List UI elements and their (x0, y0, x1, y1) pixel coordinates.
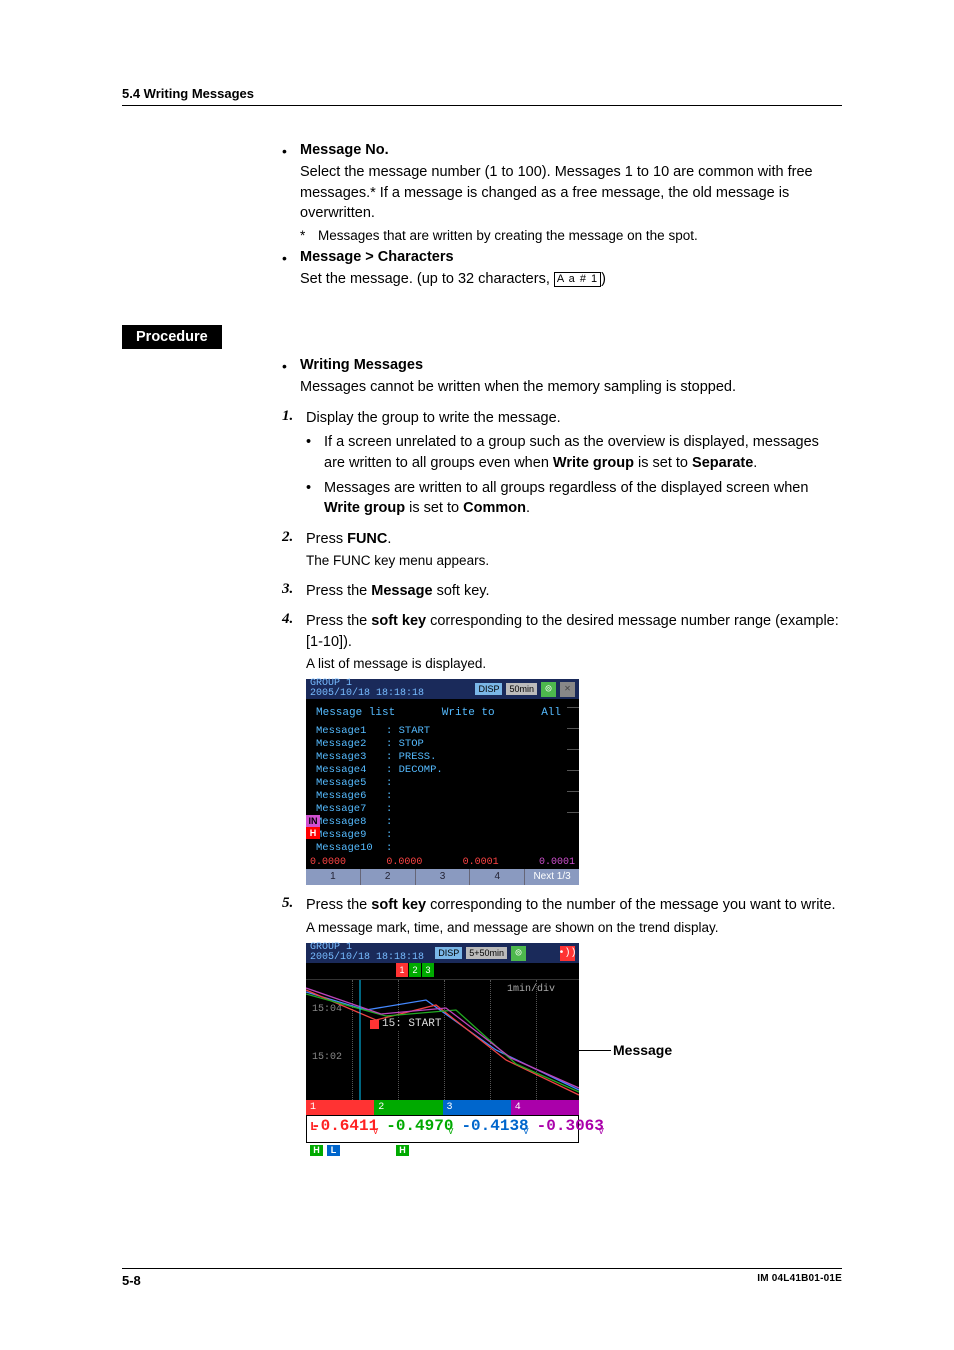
text-writing-messages: Messages cannot be written when the memo… (300, 377, 842, 398)
step-number: 2. (282, 529, 306, 571)
h-badge: H (310, 1145, 323, 1156)
tab[interactable]: 3 (422, 963, 434, 977)
heading-writing-messages: Writing Messages (300, 357, 423, 375)
tab[interactable]: 1 (396, 963, 408, 977)
list-item: Message6: (316, 790, 573, 803)
h-badge: H (396, 1145, 409, 1156)
softkey[interactable]: 3 (416, 869, 471, 885)
bullet-icon: • (282, 142, 300, 160)
list-item: Message9: (316, 829, 573, 842)
bullet-icon: • (306, 432, 324, 473)
step-1-text: Display the group to write the message. (306, 408, 842, 429)
trend-lines (306, 980, 579, 1100)
doc-id: IM 04L41B01-01E (757, 1273, 842, 1288)
l-badge: L (327, 1145, 340, 1156)
step-4-text: Press the soft key corresponding to the … (306, 611, 842, 673)
list-item: Message5: (316, 777, 573, 790)
softkey[interactable]: 4 (470, 869, 525, 885)
list-item: Message3: PRESS. (316, 751, 573, 764)
softkey-row: 1 2 3 4 Next 1/3 (306, 869, 579, 885)
section-header: 5.4 Writing Messages (122, 86, 842, 106)
status-icon: ✕ (560, 682, 575, 697)
step-1-sub-2: Messages are written to all groups regar… (324, 478, 842, 519)
screenshot-trend: GROUP 1 2005/10/18 18:18:18 DISP 5+50min… (306, 943, 579, 1157)
hl-row: H L H (306, 1143, 579, 1157)
char-mode-box: A a # 1 (554, 272, 601, 287)
step-4-note: A list of message is displayed. (306, 654, 842, 673)
bullet-icon: • (282, 357, 300, 375)
step-5-note: A message mark, time, and message are sh… (306, 918, 842, 937)
record-icon: ◎ (541, 682, 556, 697)
step-number: 4. (282, 611, 306, 673)
callout-message: Message (613, 1042, 672, 1058)
step-2-text: Press FUNC. The FUNC key menu appears. (306, 529, 842, 571)
step-2-note: The FUNC key menu appears. (306, 551, 842, 570)
text-message-characters: Set the message. (up to 32 characters, A… (300, 269, 842, 290)
step-5-text: Press the soft key corresponding to the … (306, 895, 842, 937)
bullet-icon: • (306, 478, 324, 519)
list-item: Message1: START (316, 725, 573, 738)
softkey[interactable]: 2 (361, 869, 416, 885)
message-list: Message1: START Message2: STOP Message3:… (312, 725, 573, 855)
col-write-to: Write to (442, 707, 495, 719)
step-number: 3. (282, 581, 306, 602)
col-message-list: Message list (316, 707, 395, 719)
text-message-no: Select the message number (1 to 100). Me… (300, 162, 842, 224)
channel-header-row: 1 2 3 4 (306, 1100, 579, 1115)
list-item: Message4: DECOMP. (316, 764, 573, 777)
step-number: 1. (282, 408, 306, 429)
trend-area: 1min/div 15:04 15:02 15: START (306, 979, 579, 1100)
heading-message-no: Message No. (300, 142, 389, 160)
in-badge: IN (306, 815, 320, 827)
tab-row: 1 2 3 (306, 963, 579, 979)
footnote-mark: * (300, 228, 318, 243)
page-number: 5-8 (122, 1273, 141, 1288)
step-1-sub-1: If a screen unrelated to a group such as… (324, 432, 842, 473)
tab[interactable]: 2 (409, 963, 421, 977)
footnote-text: Messages that are written by creating th… (318, 228, 698, 243)
list-item: Message2: STOP (316, 738, 573, 751)
list-item: Message7: (316, 803, 573, 816)
col-all: All (541, 707, 561, 719)
titlebar: GROUP 1 2005/10/18 18:18:18 DISP 5+50min… (306, 943, 579, 963)
titlebar: GROUP 1 2005/10/18 18:18:18 DISP 50min ◎… (306, 679, 579, 699)
callout-line (579, 1050, 611, 1051)
softkey-next[interactable]: Next 1/3 (525, 869, 579, 885)
record-icon: ◎ (511, 946, 526, 961)
value-row: L-0.6411V -0.4970V -0.4138V -0.3063V (306, 1115, 579, 1143)
disp-badge: DISP (435, 947, 462, 959)
h-badge: H (306, 827, 320, 839)
list-item: Message10: (316, 842, 573, 855)
step-3-text: Press the Message soft key. (306, 581, 842, 602)
list-item: Message8: (316, 816, 573, 829)
rec-icon: •)) (560, 946, 575, 961)
disp-badge: DISP (475, 683, 502, 695)
screenshot-message-list: GROUP 1 2005/10/18 18:18:18 DISP 50min ◎… (306, 679, 579, 885)
procedure-label: Procedure (122, 325, 222, 349)
value-row: 0.0000 0.0000 0.0001 0.0001 (306, 855, 579, 869)
bullet-icon: • (282, 249, 300, 267)
heading-message-characters: Message > Characters (300, 249, 454, 267)
span-badge: 50min (506, 683, 537, 695)
softkey[interactable]: 1 (306, 869, 361, 885)
step-number: 5. (282, 895, 306, 937)
span-badge: 5+50min (466, 947, 507, 959)
